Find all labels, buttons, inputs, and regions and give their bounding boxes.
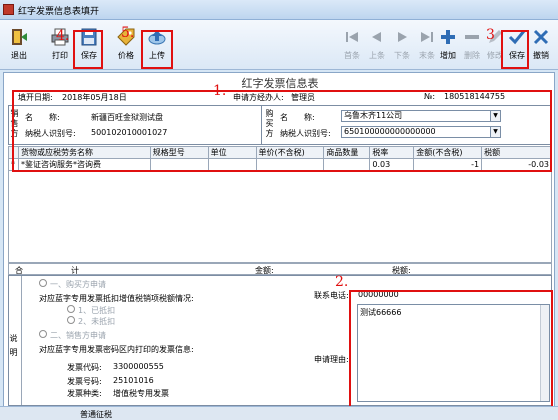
totals-row: 合 计 金额: 税额: bbox=[8, 263, 552, 275]
invoice-code-label: 发票代码: bbox=[67, 363, 102, 372]
next-record-button[interactable]: 下条 bbox=[388, 24, 416, 68]
highlight-upload bbox=[141, 30, 173, 69]
buyer-apply-radio[interactable] bbox=[39, 279, 47, 287]
title-bar: 红字发票信息表填开 bbox=[0, 0, 558, 20]
phone-label: 联系电话: bbox=[314, 291, 349, 300]
invoice-number: 25101016 bbox=[113, 376, 154, 385]
minus-icon bbox=[465, 35, 479, 39]
status-text: 普通征税 bbox=[80, 410, 112, 419]
deducted-radio[interactable] bbox=[67, 305, 75, 313]
invoice-number-label: 发票号码: bbox=[67, 377, 102, 386]
explanation-divider bbox=[21, 276, 22, 405]
annotation-5: 5. bbox=[121, 25, 135, 41]
not-deducted-label: 2、未抵扣 bbox=[78, 317, 116, 326]
next-arrow-icon bbox=[398, 32, 407, 42]
invoice-kind-label: 发票种类: bbox=[67, 389, 102, 398]
app-icon bbox=[3, 4, 14, 15]
highlight-reason-area bbox=[349, 290, 553, 418]
plus-icon bbox=[441, 30, 455, 44]
highlight-save-right bbox=[501, 30, 529, 69]
exit-button[interactable]: 退出 bbox=[5, 24, 33, 68]
status-bar: 普通征税 bbox=[0, 406, 558, 420]
annotation-3: 3 bbox=[486, 27, 495, 43]
form-title: 红字发票信息表 bbox=[241, 77, 319, 90]
seller-apply-radio[interactable] bbox=[39, 330, 47, 338]
items-empty-area bbox=[8, 171, 552, 263]
seller-apply-label: 二、销售方申请 bbox=[50, 331, 106, 340]
seller-apply-question: 对应蓝字专用发票密码区内打印的发票信息: bbox=[39, 345, 194, 354]
first-arrow-icon bbox=[346, 32, 358, 42]
invoice-code: 3300000555 bbox=[113, 362, 164, 371]
prev-arrow-icon bbox=[372, 32, 381, 42]
not-deducted-radio[interactable] bbox=[67, 316, 75, 324]
cross-icon bbox=[533, 29, 549, 45]
cancel-button[interactable]: 撤销 bbox=[527, 24, 555, 68]
exit-door-icon bbox=[12, 29, 27, 45]
invoice-kind: 增值税专用发票 bbox=[113, 389, 169, 398]
prev-record-button[interactable]: 上条 bbox=[363, 24, 391, 68]
deducted-label: 1、已抵扣 bbox=[78, 306, 116, 315]
window-title: 红字发票信息表填开 bbox=[18, 7, 100, 17]
first-record-button[interactable]: 首条 bbox=[338, 24, 366, 68]
reason-label: 申请理由: bbox=[314, 355, 349, 364]
annotation-4: 4. bbox=[56, 28, 70, 44]
highlight-header-area bbox=[12, 90, 552, 172]
buyer-apply-label: 一、购买方申请 bbox=[50, 280, 106, 289]
explanation-side-label: 说明 bbox=[9, 334, 18, 357]
annotation-1: 1. bbox=[213, 83, 227, 99]
buyer-apply-question: 对应蓝字专用发票抵扣增值税销项税额情况: bbox=[39, 294, 194, 303]
annotation-2: 2. bbox=[335, 274, 349, 290]
highlight-save-left bbox=[73, 30, 103, 69]
